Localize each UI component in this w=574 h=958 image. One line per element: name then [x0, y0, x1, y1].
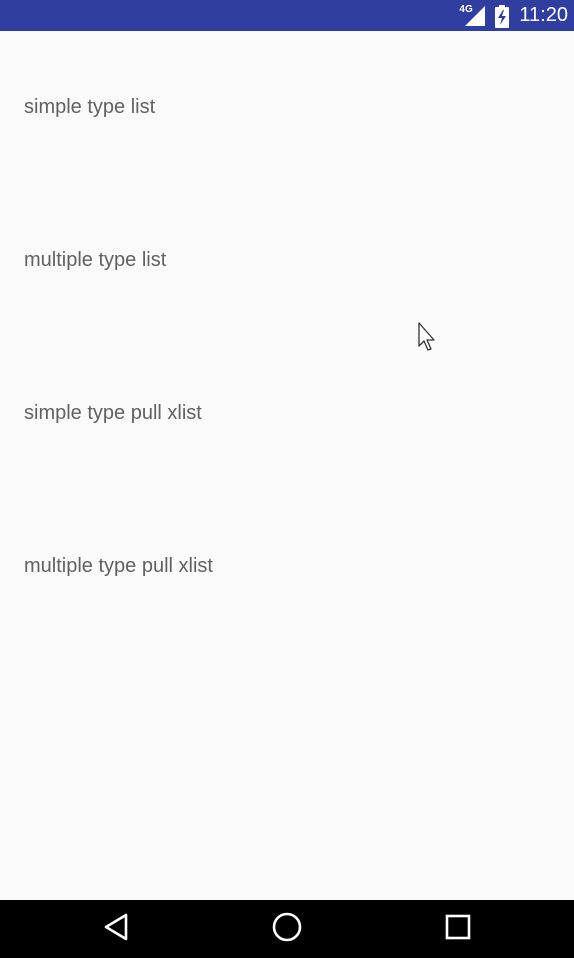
list-item-multiple-type-pull-xlist[interactable]: multiple type pull xlist: [0, 490, 574, 643]
cellular-signal-icon: 4G: [459, 4, 487, 28]
battery-charging-icon: [495, 4, 510, 28]
list-item-multiple-type-list[interactable]: multiple type list: [0, 184, 574, 337]
list-item-label: simple type list: [24, 96, 156, 118]
status-clock: 11:20: [519, 4, 568, 26]
list-item-label: multiple type pull xlist: [24, 555, 213, 577]
navigation-bar: [0, 900, 574, 958]
list-item-label: multiple type list: [24, 249, 167, 271]
app-screen: 4G 11:20 simple type list multiple type …: [0, 0, 574, 958]
back-button[interactable]: [76, 900, 156, 958]
recents-square-icon: [444, 913, 472, 946]
main-list: simple type list multiple type list simp…: [0, 31, 574, 900]
back-triangle-icon: [103, 913, 129, 946]
status-bar: 4G 11:20: [0, 0, 574, 31]
list-item-simple-type-list[interactable]: simple type list: [0, 31, 574, 184]
recents-button[interactable]: [418, 900, 498, 958]
status-icons: 4G 11:20: [459, 0, 568, 31]
list-item-label: simple type pull xlist: [24, 402, 202, 424]
home-circle-icon: [271, 911, 303, 948]
home-button[interactable]: [247, 900, 327, 958]
list-item-simple-type-pull-xlist[interactable]: simple type pull xlist: [0, 337, 574, 490]
mouse-cursor-icon: [418, 322, 438, 352]
